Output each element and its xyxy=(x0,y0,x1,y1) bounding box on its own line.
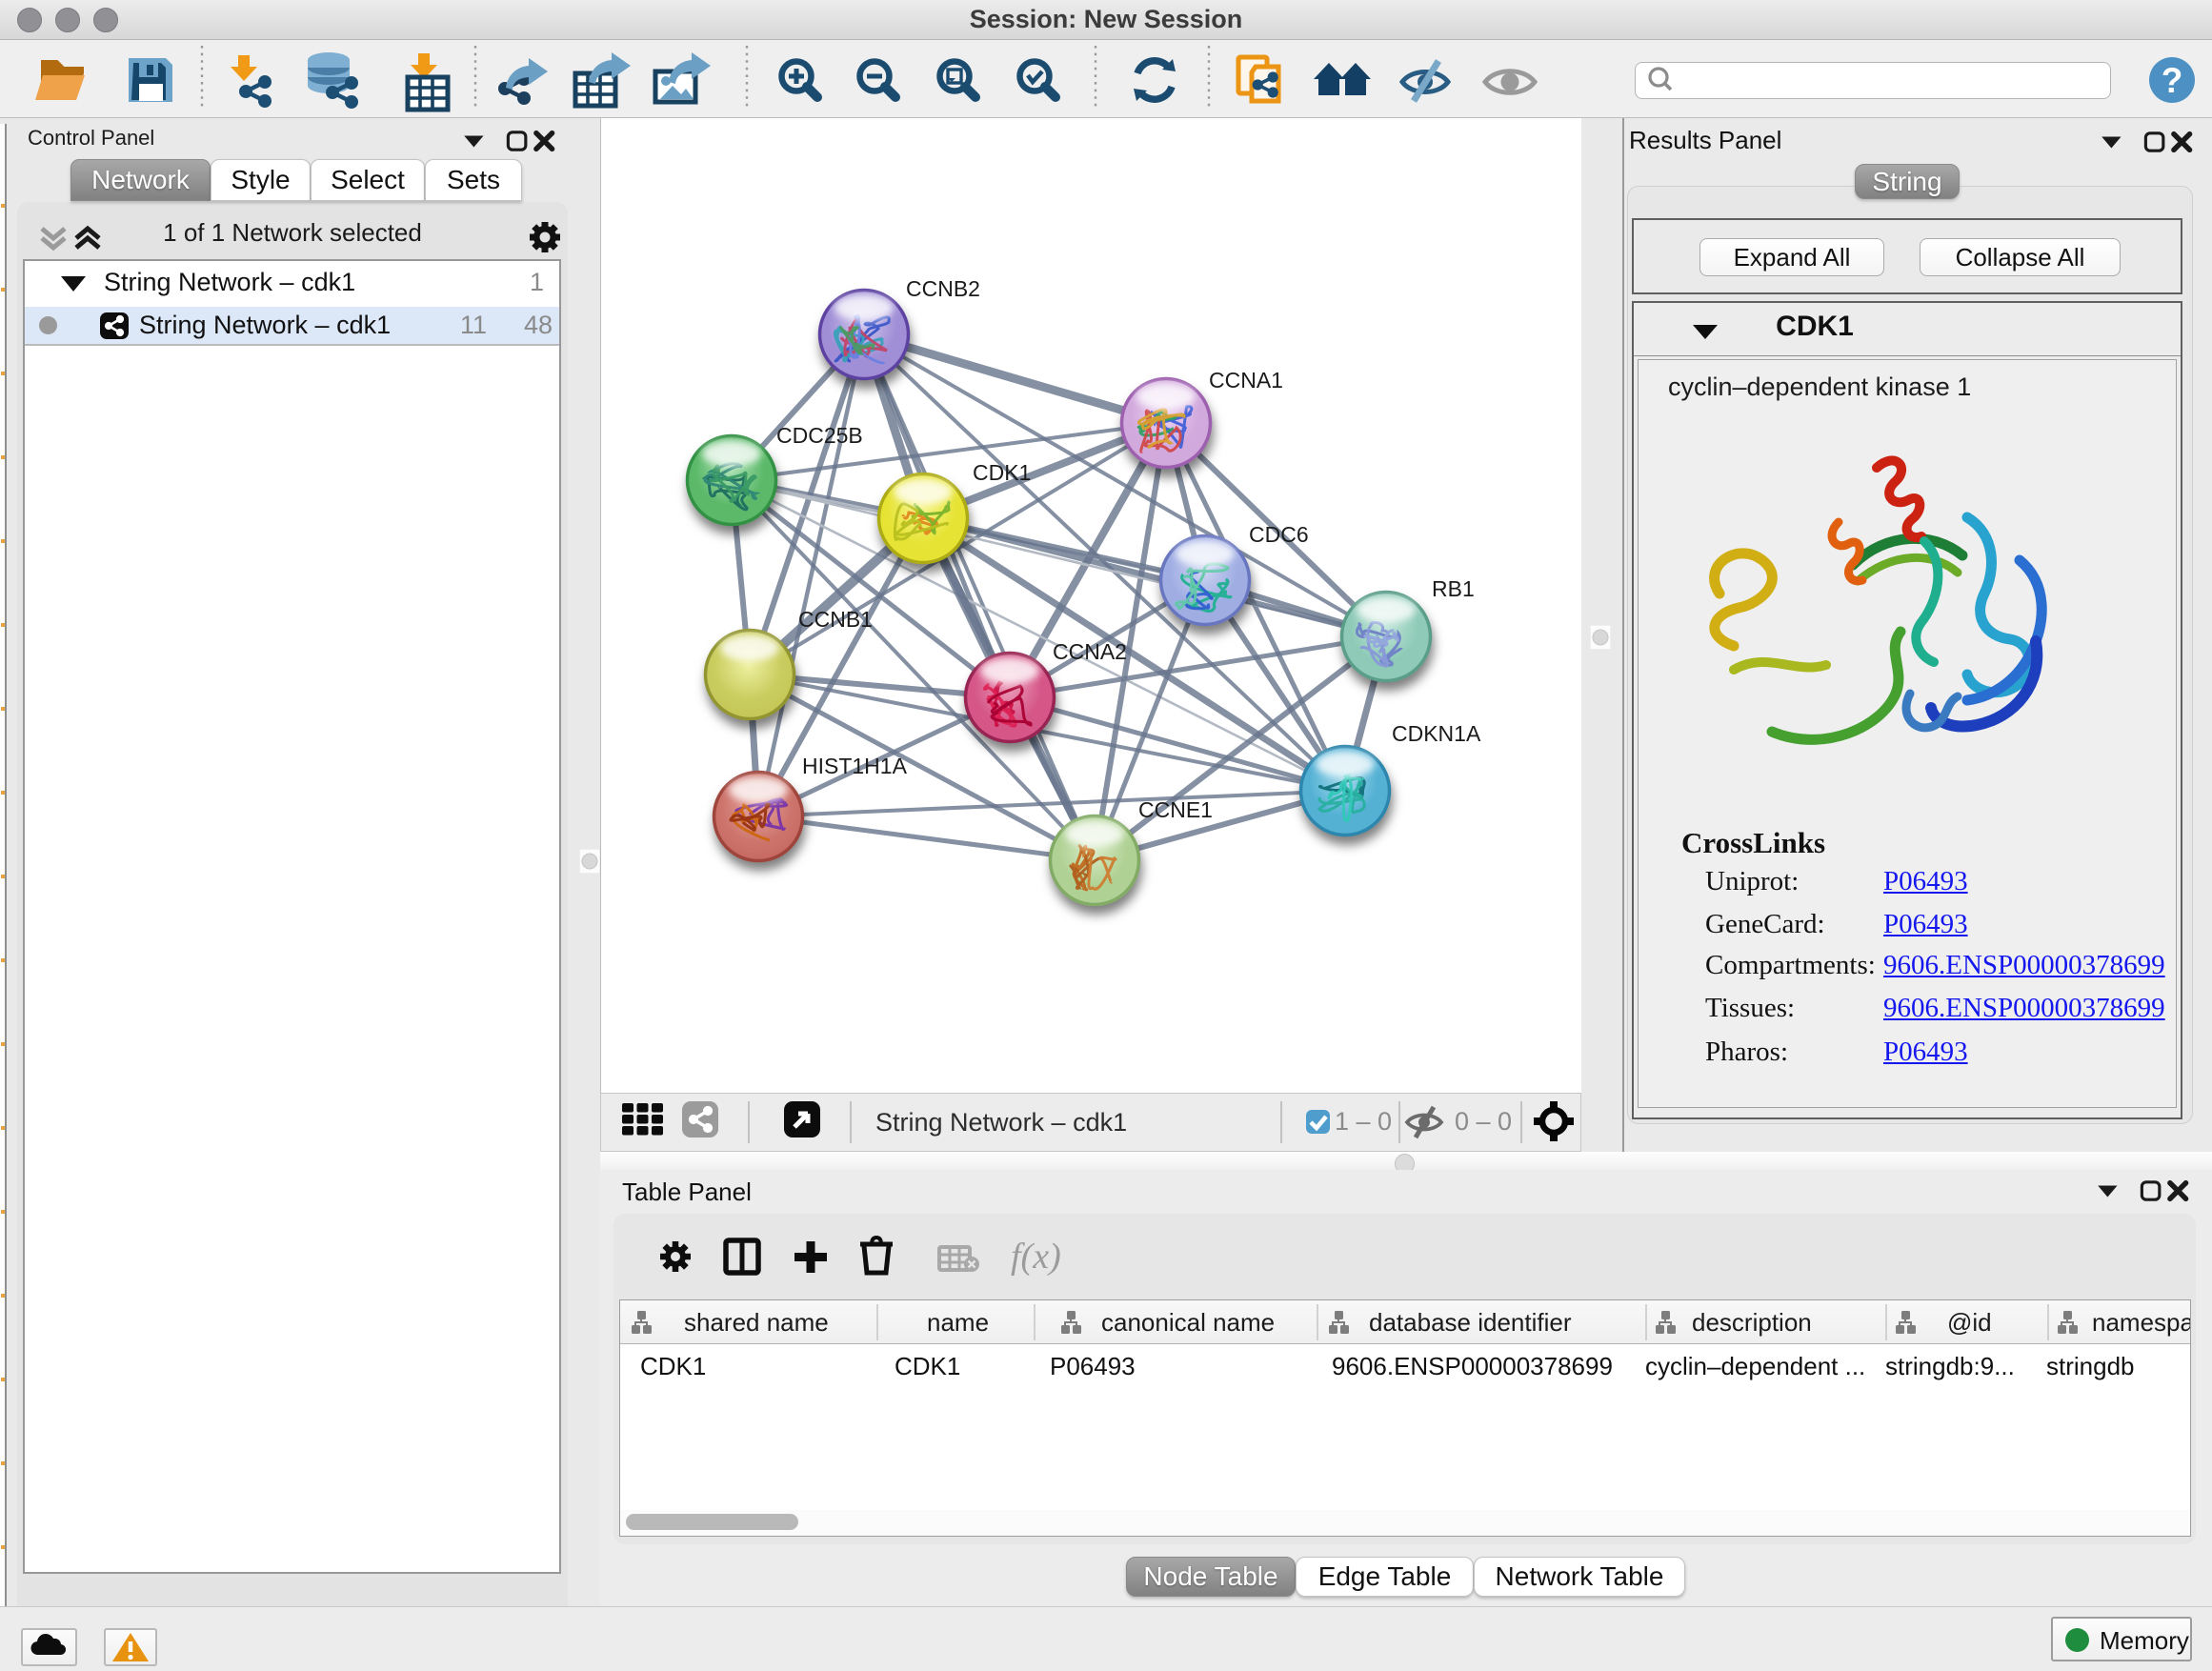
svg-text:canonical name: canonical name xyxy=(1101,1308,1275,1337)
svg-text:CDK1: CDK1 xyxy=(973,460,1031,485)
svg-text:CDC25B: CDC25B xyxy=(776,423,863,448)
svg-text:CCNA1: CCNA1 xyxy=(1209,368,1283,393)
svg-text:CCNA2: CCNA2 xyxy=(1053,639,1127,664)
svg-text:CDKN1A: CDKN1A xyxy=(1392,721,1481,746)
svg-text:1 – 0: 1 – 0 xyxy=(1335,1107,1392,1136)
svg-text:String Network – cdk1: String Network – cdk1 xyxy=(875,1108,1127,1137)
svg-text:0 – 0: 0 – 0 xyxy=(1455,1107,1512,1136)
svg-text:@id: @id xyxy=(1947,1308,1992,1337)
svg-text:RB1: RB1 xyxy=(1432,576,1475,601)
svg-text:f(x): f(x) xyxy=(1011,1237,1061,1277)
svg-text:CDC6: CDC6 xyxy=(1249,522,1309,547)
svg-text:CCNB2: CCNB2 xyxy=(906,276,980,301)
svg-text:?: ? xyxy=(2162,61,2183,100)
svg-text:CCNB1: CCNB1 xyxy=(798,607,873,632)
svg-text:namespace: namespace xyxy=(2092,1308,2190,1337)
svg-text:HIST1H1A: HIST1H1A xyxy=(802,754,908,778)
svg-text:shared name: shared name xyxy=(684,1308,829,1337)
svg-text:CCNE1: CCNE1 xyxy=(1138,797,1213,822)
svg-text:database identifier: database identifier xyxy=(1369,1308,1572,1337)
svg-text:name: name xyxy=(927,1308,989,1337)
svg-text:description: description xyxy=(1692,1308,1812,1337)
